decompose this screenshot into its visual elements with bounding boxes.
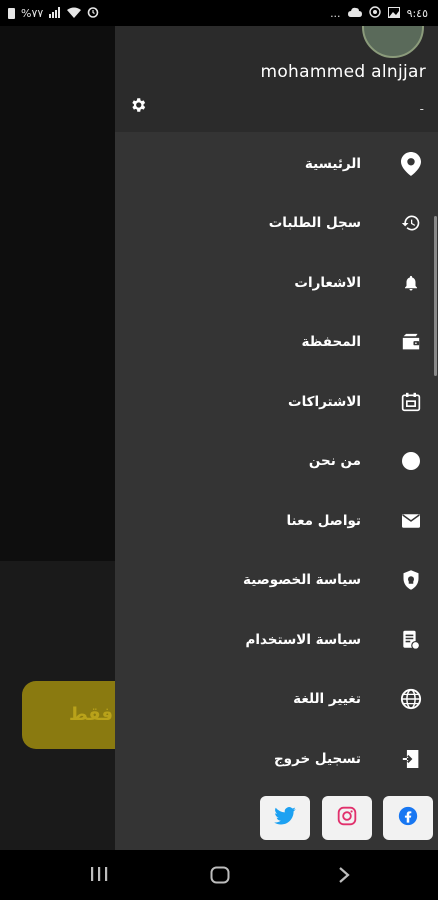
menu-item-label: الاشعارات xyxy=(294,274,361,291)
menu-item-label: تواصل معنا xyxy=(286,512,361,529)
instagram-button[interactable] xyxy=(322,796,372,840)
menu-item-label: سياسة الاستخدام xyxy=(245,631,361,648)
shield-icon xyxy=(400,569,422,591)
avatar[interactable] xyxy=(362,26,424,58)
circle-info-icon xyxy=(400,450,422,472)
menu-item-change-language[interactable]: تغيير اللغة xyxy=(115,670,438,730)
alarm-icon xyxy=(87,6,99,21)
gallery-icon xyxy=(387,6,400,21)
home-button[interactable] xyxy=(210,866,230,889)
menu-item-wallet[interactable]: المحفظة xyxy=(115,313,438,373)
menu-item-label: تسجيل خروج xyxy=(273,750,361,767)
menu-item-label: سجل الطلبات xyxy=(268,215,361,232)
facebook-icon xyxy=(398,806,418,830)
whatsapp-icon xyxy=(368,6,381,21)
facebook-button[interactable] xyxy=(383,796,433,840)
globe-icon xyxy=(400,688,422,710)
location-pin-icon xyxy=(400,151,422,176)
menu-item-terms-of-use[interactable]: سياسة الاستخدام xyxy=(115,610,438,670)
twitter-button[interactable] xyxy=(260,796,310,840)
instagram-icon xyxy=(337,806,357,830)
battery-icon xyxy=(8,8,15,19)
menu-item-logout[interactable]: تسجيل خروج xyxy=(115,729,438,789)
user-subtext: - xyxy=(419,102,424,116)
cloud-icon xyxy=(347,7,362,20)
bell-icon xyxy=(400,272,422,294)
wifi-icon xyxy=(67,7,82,21)
navigation-drawer: mohammed alnjjar - الرئيسية سجل الطلبات … xyxy=(115,26,438,850)
drawer-menu: الرئيسية سجل الطلبات الاشعارات المحفظة ا… xyxy=(115,134,438,789)
history-icon xyxy=(400,212,422,234)
menu-item-label: من نحن xyxy=(308,453,361,470)
menu-item-home[interactable]: الرئيسية xyxy=(115,134,438,194)
drawer-header: mohammed alnjjar - xyxy=(115,26,438,132)
map-area xyxy=(0,26,115,561)
clock-time: ٩:٤٥ xyxy=(406,7,428,20)
menu-item-order-history[interactable]: سجل الطلبات xyxy=(115,194,438,254)
drawer-scrollbar[interactable] xyxy=(434,216,437,376)
signal-icon xyxy=(49,6,61,21)
menu-item-label: الاشتراكات xyxy=(288,393,361,410)
user-name: mohammed alnjjar xyxy=(260,62,426,82)
mail-icon xyxy=(400,510,422,532)
menu-item-label: الرئيسية xyxy=(304,155,361,172)
action-button[interactable]: فقط xyxy=(22,681,115,749)
more-dots: ... xyxy=(330,7,341,20)
status-bar: %٧٧ ... ٩:٤٥ xyxy=(0,0,438,26)
menu-item-notifications[interactable]: الاشعارات xyxy=(115,253,438,313)
menu-item-label: سياسة الخصوصية xyxy=(243,572,361,589)
twitter-icon xyxy=(274,807,296,829)
wallet-icon xyxy=(400,331,422,353)
settings-button[interactable] xyxy=(127,96,149,118)
recent-apps-button[interactable] xyxy=(90,866,108,887)
status-left: %٧٧ xyxy=(8,6,99,21)
menu-item-about-us[interactable]: من نحن xyxy=(115,432,438,492)
document-icon xyxy=(400,629,422,651)
menu-item-label: المحفظة xyxy=(301,334,361,351)
main-screen-backdrop[interactable]: فقط xyxy=(0,26,115,850)
system-navigation-bar xyxy=(0,850,438,900)
back-button[interactable] xyxy=(338,866,350,889)
subscriptions-icon xyxy=(400,391,422,413)
logout-icon xyxy=(400,748,422,770)
battery-percent: %٧٧ xyxy=(21,7,44,20)
gear-icon xyxy=(129,98,147,119)
menu-item-label: تغيير اللغة xyxy=(293,691,361,708)
menu-item-subscriptions[interactable]: الاشتراكات xyxy=(115,372,438,432)
menu-item-contact-us[interactable]: تواصل معنا xyxy=(115,491,438,551)
menu-item-privacy-policy[interactable]: سياسة الخصوصية xyxy=(115,551,438,611)
status-right: ... ٩:٤٥ xyxy=(330,6,428,21)
